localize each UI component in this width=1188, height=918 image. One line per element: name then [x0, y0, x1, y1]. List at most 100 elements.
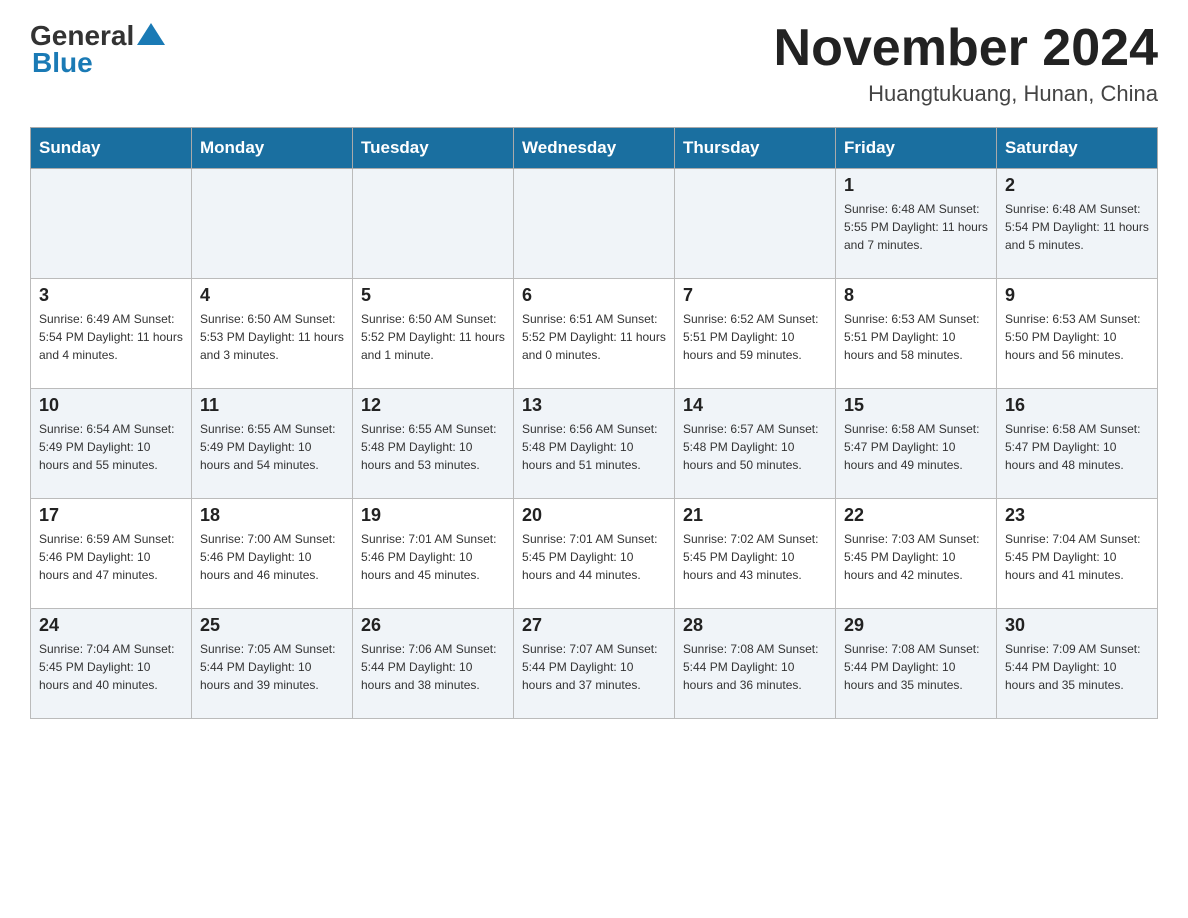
calendar-cell: 28 Sunrise: 7:08 AM Sunset: 5:44 PM Dayli… [675, 609, 836, 719]
day-info: Sunrise: 7:06 AM Sunset: 5:44 PM Dayligh… [361, 640, 505, 694]
day-number: 28 [683, 615, 827, 636]
calendar-cell: 9Sunrise: 6:53 AM Sunset: 5:50 PM Daylig… [997, 279, 1158, 389]
calendar-cell: 19 Sunrise: 7:01 AM Sunset: 5:46 PM Dayli… [353, 499, 514, 609]
calendar-cell: 1Sunrise: 6:48 AM Sunset: 5:55 PM Daylig… [836, 169, 997, 279]
day-info: Sunrise: 7:08 AM Sunset: 5:44 PM Dayligh… [683, 640, 827, 694]
day-number: 19 [361, 505, 505, 526]
day-info: Sunrise: 6:48 AM Sunset: 5:55 PM Dayligh… [844, 200, 988, 254]
calendar-table: SundayMondayTuesdayWednesdayThursdayFrid… [30, 127, 1158, 719]
calendar-cell: 12Sunrise: 6:55 AM Sunset: 5:48 PM Dayli… [353, 389, 514, 499]
calendar-week-row: 3 Sunrise: 6:49 AM Sunset: 5:54 PM Daylig… [31, 279, 1158, 389]
calendar-cell: 5 Sunrise: 6:50 AM Sunset: 5:52 PM Daylig… [353, 279, 514, 389]
day-number: 22 [844, 505, 988, 526]
day-info: Sunrise: 6:58 AM Sunset: 5:47 PM Dayligh… [1005, 420, 1149, 474]
month-title: November 2024 [774, 20, 1158, 77]
day-number: 23 [1005, 505, 1149, 526]
calendar-header-tuesday: Tuesday [353, 128, 514, 169]
calendar-cell: 30Sunrise: 7:09 AM Sunset: 5:44 PM Dayli… [997, 609, 1158, 719]
calendar-header-wednesday: Wednesday [514, 128, 675, 169]
day-number: 15 [844, 395, 988, 416]
calendar-cell: 13 Sunrise: 6:56 AM Sunset: 5:48 PM Dayli… [514, 389, 675, 499]
calendar-header-friday: Friday [836, 128, 997, 169]
day-number: 7 [683, 285, 827, 306]
day-info: Sunrise: 7:02 AM Sunset: 5:45 PM Dayligh… [683, 530, 827, 584]
calendar-header-row: SundayMondayTuesdayWednesdayThursdayFrid… [31, 128, 1158, 169]
day-number: 8 [844, 285, 988, 306]
calendar-cell: 7 Sunrise: 6:52 AM Sunset: 5:51 PM Daylig… [675, 279, 836, 389]
day-info: Sunrise: 6:58 AM Sunset: 5:47 PM Dayligh… [844, 420, 988, 474]
day-number: 16 [1005, 395, 1149, 416]
day-info: Sunrise: 7:01 AM Sunset: 5:45 PM Dayligh… [522, 530, 666, 584]
day-number: 14 [683, 395, 827, 416]
calendar-cell: 8 Sunrise: 6:53 AM Sunset: 5:51 PM Daylig… [836, 279, 997, 389]
day-number: 2 [1005, 175, 1149, 196]
day-number: 6 [522, 285, 666, 306]
calendar-cell [675, 169, 836, 279]
day-info: Sunrise: 7:00 AM Sunset: 5:46 PM Dayligh… [200, 530, 344, 584]
day-number: 25 [200, 615, 344, 636]
calendar-cell [514, 169, 675, 279]
calendar-cell: 27 Sunrise: 7:07 AM Sunset: 5:44 PM Dayli… [514, 609, 675, 719]
calendar-cell: 25 Sunrise: 7:05 AM Sunset: 5:44 PM Dayli… [192, 609, 353, 719]
logo: General Blue [30, 20, 165, 79]
day-info: Sunrise: 7:01 AM Sunset: 5:46 PM Dayligh… [361, 530, 505, 584]
day-info: Sunrise: 7:04 AM Sunset: 5:45 PM Dayligh… [39, 640, 183, 694]
day-info: Sunrise: 7:05 AM Sunset: 5:44 PM Dayligh… [200, 640, 344, 694]
calendar-week-row: 10 Sunrise: 6:54 AM Sunset: 5:49 PM Dayli… [31, 389, 1158, 499]
day-info: Sunrise: 6:49 AM Sunset: 5:54 PM Dayligh… [39, 310, 183, 364]
day-info: Sunrise: 6:50 AM Sunset: 5:52 PM Dayligh… [361, 310, 505, 364]
day-info: Sunrise: 6:55 AM Sunset: 5:49 PM Dayligh… [200, 420, 344, 474]
calendar-cell: 20 Sunrise: 7:01 AM Sunset: 5:45 PM Dayli… [514, 499, 675, 609]
calendar-cell: 4 Sunrise: 6:50 AM Sunset: 5:53 PM Daylig… [192, 279, 353, 389]
day-info: Sunrise: 6:53 AM Sunset: 5:51 PM Dayligh… [844, 310, 988, 364]
day-info: Sunrise: 7:08 AM Sunset: 5:44 PM Dayligh… [844, 640, 988, 694]
day-info: Sunrise: 6:48 AM Sunset: 5:54 PM Dayligh… [1005, 200, 1149, 254]
calendar-cell: 23 Sunrise: 7:04 AM Sunset: 5:45 PM Dayli… [997, 499, 1158, 609]
calendar-cell: 2 Sunrise: 6:48 AM Sunset: 5:54 PM Daylig… [997, 169, 1158, 279]
day-info: Sunrise: 6:50 AM Sunset: 5:53 PM Dayligh… [200, 310, 344, 364]
day-number: 24 [39, 615, 183, 636]
calendar-cell: 18Sunrise: 7:00 AM Sunset: 5:46 PM Dayli… [192, 499, 353, 609]
day-number: 29 [844, 615, 988, 636]
calendar-cell: 15 Sunrise: 6:58 AM Sunset: 5:47 PM Dayli… [836, 389, 997, 499]
day-number: 26 [361, 615, 505, 636]
day-number: 5 [361, 285, 505, 306]
day-number: 13 [522, 395, 666, 416]
day-info: Sunrise: 6:56 AM Sunset: 5:48 PM Dayligh… [522, 420, 666, 474]
calendar-cell [192, 169, 353, 279]
day-info: Sunrise: 7:03 AM Sunset: 5:45 PM Dayligh… [844, 530, 988, 584]
calendar-cell: 10 Sunrise: 6:54 AM Sunset: 5:49 PM Dayli… [31, 389, 192, 499]
day-info: Sunrise: 6:55 AM Sunset: 5:48 PM Dayligh… [361, 420, 505, 474]
day-info: Sunrise: 7:04 AM Sunset: 5:45 PM Dayligh… [1005, 530, 1149, 584]
calendar-cell: 16 Sunrise: 6:58 AM Sunset: 5:47 PM Dayli… [997, 389, 1158, 499]
calendar-week-row: 24 Sunrise: 7:04 AM Sunset: 5:45 PM Dayli… [31, 609, 1158, 719]
calendar-cell: 24 Sunrise: 7:04 AM Sunset: 5:45 PM Dayli… [31, 609, 192, 719]
day-number: 17 [39, 505, 183, 526]
logo-triangle-icon [137, 23, 165, 45]
calendar-header-saturday: Saturday [997, 128, 1158, 169]
calendar-header-thursday: Thursday [675, 128, 836, 169]
day-number: 27 [522, 615, 666, 636]
calendar-cell [353, 169, 514, 279]
day-number: 4 [200, 285, 344, 306]
day-number: 30 [1005, 615, 1149, 636]
calendar-header-monday: Monday [192, 128, 353, 169]
day-number: 10 [39, 395, 183, 416]
calendar-cell: 29 Sunrise: 7:08 AM Sunset: 5:44 PM Dayli… [836, 609, 997, 719]
calendar-cell: 6 Sunrise: 6:51 AM Sunset: 5:52 PM Daylig… [514, 279, 675, 389]
day-info: Sunrise: 6:51 AM Sunset: 5:52 PM Dayligh… [522, 310, 666, 364]
day-info: Sunrise: 6:57 AM Sunset: 5:48 PM Dayligh… [683, 420, 827, 474]
calendar-cell [31, 169, 192, 279]
day-number: 20 [522, 505, 666, 526]
calendar-cell: 17 Sunrise: 6:59 AM Sunset: 5:46 PM Dayli… [31, 499, 192, 609]
calendar-cell: 26 Sunrise: 7:06 AM Sunset: 5:44 PM Dayli… [353, 609, 514, 719]
day-info: Sunrise: 6:54 AM Sunset: 5:49 PM Dayligh… [39, 420, 183, 474]
calendar-cell: 3 Sunrise: 6:49 AM Sunset: 5:54 PM Daylig… [31, 279, 192, 389]
day-info: Sunrise: 6:59 AM Sunset: 5:46 PM Dayligh… [39, 530, 183, 584]
day-number: 3 [39, 285, 183, 306]
day-info: Sunrise: 6:52 AM Sunset: 5:51 PM Dayligh… [683, 310, 827, 364]
calendar-week-row: 1Sunrise: 6:48 AM Sunset: 5:55 PM Daylig… [31, 169, 1158, 279]
location: Huangtukuang, Hunan, China [774, 81, 1158, 107]
day-info: Sunrise: 7:07 AM Sunset: 5:44 PM Dayligh… [522, 640, 666, 694]
day-number: 21 [683, 505, 827, 526]
